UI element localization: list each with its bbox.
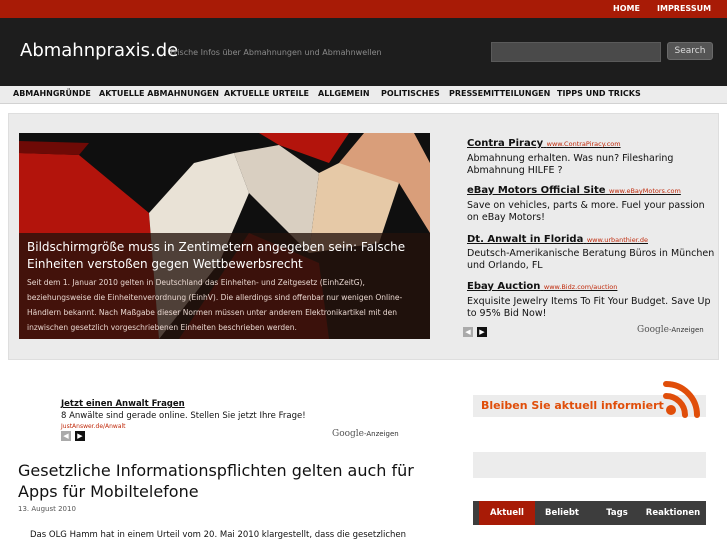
impressum-link[interactable]: IMPRESSUM — [657, 4, 711, 13]
ad-url-4[interactable]: www.Bidz.com/auction — [544, 283, 618, 291]
featured-caption: Bildschirmgröße muss in Zentimetern ange… — [19, 233, 430, 339]
featured-section: Bildschirmgröße muss in Zentimetern ange… — [8, 113, 719, 360]
tab-reaktionen[interactable]: Reaktionen — [645, 501, 701, 525]
ad-url-3[interactable]: www.urbanthier.de — [587, 236, 648, 244]
site-logo[interactable]: Abmahnpraxis.de — [20, 40, 178, 61]
ad-url-2[interactable]: www.eBayMotors.com — [609, 187, 681, 195]
tab-tags[interactable]: Tags — [589, 501, 645, 525]
featured-excerpt: Seit dem 1. Januar 2010 gelten in Deutsc… — [27, 278, 403, 332]
search-input[interactable] — [491, 42, 661, 62]
nav-item-politisches[interactable]: POLITISCHES — [381, 89, 440, 98]
tab-aktuell[interactable]: Aktuell — [479, 501, 535, 525]
featured-title[interactable]: Bildschirmgröße muss in Zentimetern ange… — [27, 239, 422, 273]
ad-anwalt-text: 8 Anwälte sind gerade online. Stellen Si… — [61, 411, 306, 421]
nav-item-aktuelle-urteile[interactable]: AKTUELLE URTEILE — [224, 89, 309, 98]
ad-prev-arrow-icon[interactable]: ◀ — [463, 327, 473, 337]
ad-next-arrow-icon[interactable]: ▶ — [477, 327, 487, 337]
site-header: Abmahnpraxis.de Frische Infos über Abmah… — [0, 18, 727, 86]
tab-beliebt[interactable]: Beliebt — [535, 501, 589, 525]
ad-text-4: Exquisite Jewelry Items To Fit Your Budg… — [467, 296, 711, 319]
ad-title-2[interactable]: eBay Motors Official Site www.eBayMotors… — [467, 185, 681, 196]
sidebar-empty-box — [473, 452, 706, 478]
ad-text-3: Deutsch-Amerikanische Beratung Büros in … — [467, 248, 715, 271]
main-nav: ABMAHNGRÜNDE AKTUELLE ABMAHNUNGEN AKTUEL… — [0, 86, 727, 104]
ad-title-4[interactable]: Ebay Auction www.Bidz.com/auction — [467, 281, 617, 292]
site-tagline: Frische Infos über Abmahnungen und Abmah… — [170, 48, 382, 57]
nav-item-tipps-und-tricks[interactable]: TIPPS UND TRICKS — [557, 89, 641, 98]
ad-text-2: Save on vehicles, parts & more. Fuel you… — [467, 200, 705, 223]
ad-title-3[interactable]: Dt. Anwalt in Florida www.urbanthier.de — [467, 234, 648, 245]
ad2-next-arrow-icon[interactable]: ▶ — [75, 431, 85, 441]
ad-anwalt-title[interactable]: Jetzt einen Anwalt Fragen — [61, 399, 185, 409]
featured-image[interactable]: Bildschirmgröße muss in Zentimetern ange… — [19, 133, 430, 339]
ad-anwalt-url[interactable]: JustAnswer.de/Anwalt — [61, 423, 126, 430]
nav-item-pressemitteilungen[interactable]: PRESSEMITTEILUNGEN — [449, 89, 550, 98]
subscribe-label: Bleiben Sie aktuell informiert — [481, 399, 664, 412]
nav-item-allgemein[interactable]: ALLGEMEIN — [318, 89, 370, 98]
post-title[interactable]: Gesetzliche Informationspflichten gelten… — [18, 460, 438, 502]
ad-text-1: Abmahnung erhalten. Was nun? Filesharing… — [467, 153, 674, 176]
post-date: 13. August 2010 — [18, 505, 76, 513]
ad-url-1[interactable]: www.ContraPiracy.com — [547, 140, 621, 148]
google-ads-label[interactable]: Google-Anzeigen — [637, 325, 704, 335]
nav-item-abmahngruende[interactable]: ABMAHNGRÜNDE — [13, 89, 91, 98]
top-bar: HOME IMPRESSUM — [0, 0, 727, 18]
ad-title-1[interactable]: Contra Piracy www.ContraPiracy.com — [467, 138, 621, 149]
post-body: Das OLG Hamm hat in einem Urteil vom 20.… — [30, 530, 407, 540]
search-button[interactable]: Search — [667, 42, 713, 60]
home-link[interactable]: HOME — [613, 4, 640, 13]
google-ads-label-2[interactable]: Google-Anzeigen — [332, 429, 399, 439]
nav-item-aktuelle-abmahnungen[interactable]: AKTUELLE ABMAHNUNGEN — [99, 89, 219, 98]
sidebar-tabs: Aktuell Beliebt Tags Reaktionen — [473, 501, 706, 525]
ad2-prev-arrow-icon[interactable]: ◀ — [61, 431, 71, 441]
rss-icon[interactable] — [662, 379, 702, 419]
